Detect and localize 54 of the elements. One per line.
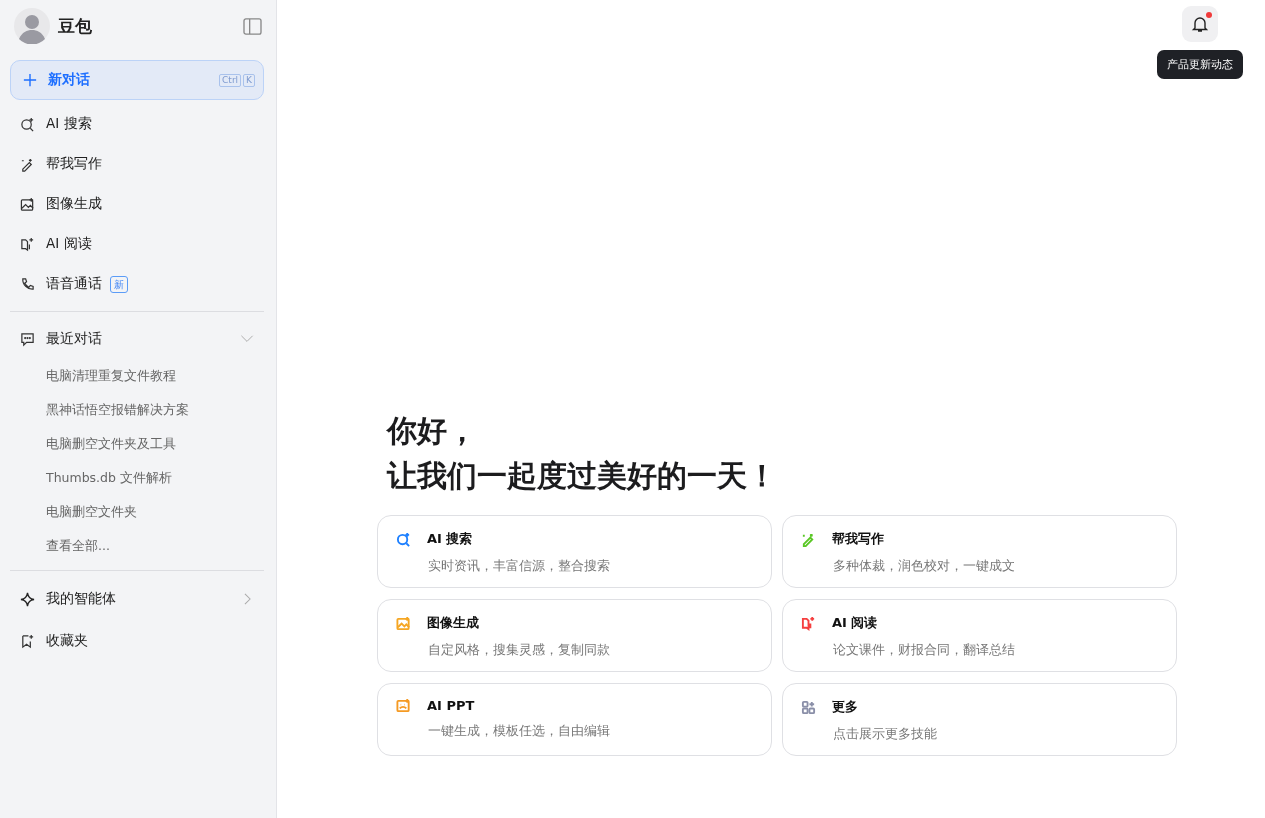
skill-description: 自定风格，搜集灵感，复制同款 bbox=[428, 642, 611, 659]
skill-title: AI PPT bbox=[427, 698, 475, 713]
chat-bubble-icon bbox=[20, 331, 35, 347]
bell-icon bbox=[1191, 15, 1209, 33]
nav-item[interactable]: 图像生成 bbox=[10, 184, 264, 224]
shortcut-key: K bbox=[243, 73, 255, 87]
skill-card[interactable]: AI 搜索 实时资讯，丰富信源，整合搜索 bbox=[377, 515, 772, 588]
nav-item[interactable]: AI 阅读 bbox=[10, 224, 264, 264]
new-chat-button[interactable]: 新对话 Ctrl K bbox=[10, 60, 264, 100]
skill-description: 论文课件，财报合同，翻译总结 bbox=[833, 642, 1016, 659]
book-icon bbox=[20, 236, 35, 252]
recent-chat-item[interactable]: 电脑删空文件夹 bbox=[10, 495, 264, 529]
skill-title: 更多 bbox=[832, 698, 858, 716]
image-icon bbox=[20, 196, 35, 212]
skill-title: AI 搜索 bbox=[427, 530, 473, 548]
agents-item[interactable]: 我的智能体 bbox=[10, 578, 264, 620]
view-all-link[interactable]: 查看全部... bbox=[10, 529, 264, 563]
skill-title: 帮我写作 bbox=[832, 530, 884, 548]
recent-chats-header[interactable]: 最近对话 bbox=[10, 319, 264, 359]
sidebar-toggle-icon[interactable] bbox=[243, 17, 262, 35]
skill-description: 多种体裁，润色校对，一键成文 bbox=[833, 558, 1016, 575]
chevron-icon bbox=[240, 335, 254, 343]
notification-button[interactable] bbox=[1182, 6, 1218, 42]
skill-title: AI 阅读 bbox=[832, 614, 878, 632]
recent-chat-item[interactable]: Thumbs.db 文件解析 bbox=[10, 461, 264, 495]
skill-card[interactable]: 更多 点击展示更多技能 bbox=[782, 683, 1177, 756]
new-badge: 新 bbox=[110, 275, 128, 293]
skill-description: 点击展示更多技能 bbox=[833, 726, 938, 743]
nav-item[interactable]: AI 搜索 bbox=[10, 104, 264, 144]
pen-icon bbox=[20, 156, 35, 172]
bookmark-icon bbox=[20, 633, 35, 649]
favorites-item[interactable]: 收藏夹 bbox=[10, 620, 264, 662]
plus-icon bbox=[23, 73, 37, 87]
nav-item[interactable]: 帮我写作 bbox=[10, 144, 264, 184]
skill-card[interactable]: 帮我写作 多种体裁，润色校对，一键成文 bbox=[782, 515, 1177, 588]
app-name: 豆包 bbox=[58, 14, 93, 38]
skill-card[interactable]: AI PPT 一键生成，模板任选，自由编辑 bbox=[377, 683, 772, 756]
skill-card[interactable]: 图像生成 自定风格，搜集灵感，复制同款 bbox=[377, 599, 772, 672]
avatar-icon[interactable] bbox=[14, 8, 50, 44]
sparkle-icon bbox=[20, 591, 35, 607]
skill-description: 实时资讯，丰富信源，整合搜索 bbox=[428, 558, 611, 575]
skill-description: 一键生成，模板任选，自由编辑 bbox=[428, 723, 611, 740]
recent-chat-item[interactable]: 电脑删空文件夹及工具 bbox=[10, 427, 264, 461]
skill-title: 图像生成 bbox=[427, 614, 479, 632]
phone-icon bbox=[20, 276, 35, 292]
chevron-right-icon bbox=[244, 593, 251, 605]
recent-chat-item[interactable]: 黑神话悟空报错解决方案 bbox=[10, 393, 264, 427]
nav-item[interactable]: 语音通话 新 bbox=[10, 264, 264, 304]
search-icon bbox=[20, 116, 35, 132]
greeting-heading: 你好， 让我们一起度过美好的一天！ bbox=[387, 412, 778, 495]
shortcut-key: Ctrl bbox=[219, 73, 242, 87]
tooltip: 产品更新动态 bbox=[1157, 50, 1243, 79]
skill-card[interactable]: AI 阅读 论文课件，财报合同，翻译总结 bbox=[782, 599, 1177, 672]
recent-chat-item[interactable]: 电脑清理重复文件教程 bbox=[10, 359, 264, 393]
